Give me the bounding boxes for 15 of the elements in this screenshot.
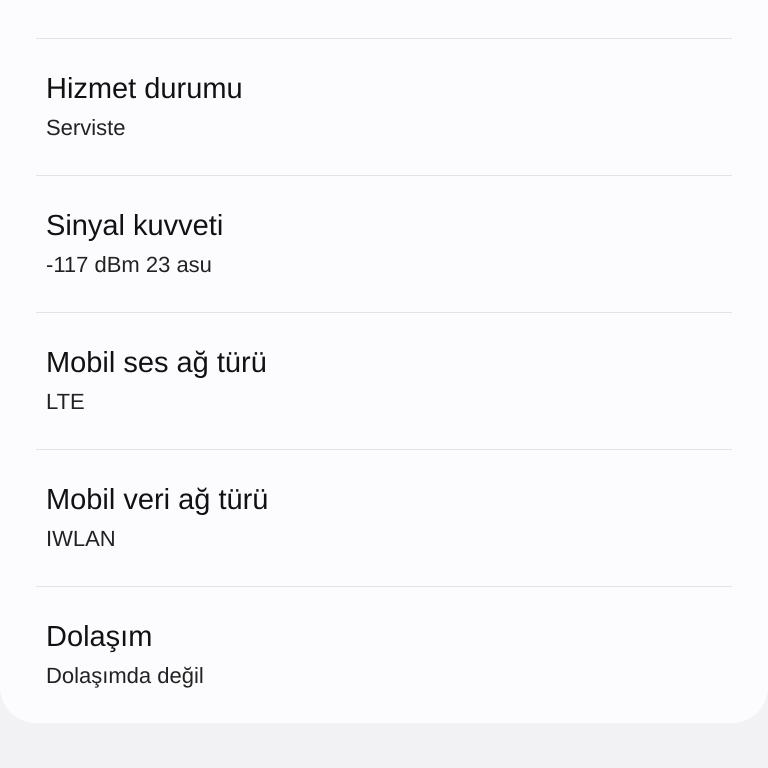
row-title: Sinyal kuvveti: [46, 209, 224, 244]
row-value: Serviste: [46, 114, 126, 142]
info-row[interactable]: Mobil veri ağ türü IWLAN: [36, 450, 732, 586]
info-row[interactable]: Sinyal kuvveti -117 dBm 23 asu: [36, 176, 732, 312]
info-row[interactable]: Hizmet durumu Serviste: [36, 39, 732, 175]
info-row[interactable]: Dolaşım Dolaşımda değil: [36, 587, 732, 723]
row-value: -117 dBm 23 asu: [46, 251, 213, 279]
row-title: Mobil ses ağ türü: [46, 346, 268, 381]
info-row[interactable]: Mobil ses ağ türü LTE: [36, 313, 732, 449]
row-title: Mobil veri ağ türü: [46, 483, 270, 518]
row-title: Hizmet durumu: [46, 72, 244, 107]
row-value: IWLAN: [46, 525, 117, 553]
row-value: LTE: [46, 388, 86, 416]
row-value: Dolaşımda değil: [46, 662, 205, 690]
row-title: Dolaşım: [46, 620, 154, 655]
